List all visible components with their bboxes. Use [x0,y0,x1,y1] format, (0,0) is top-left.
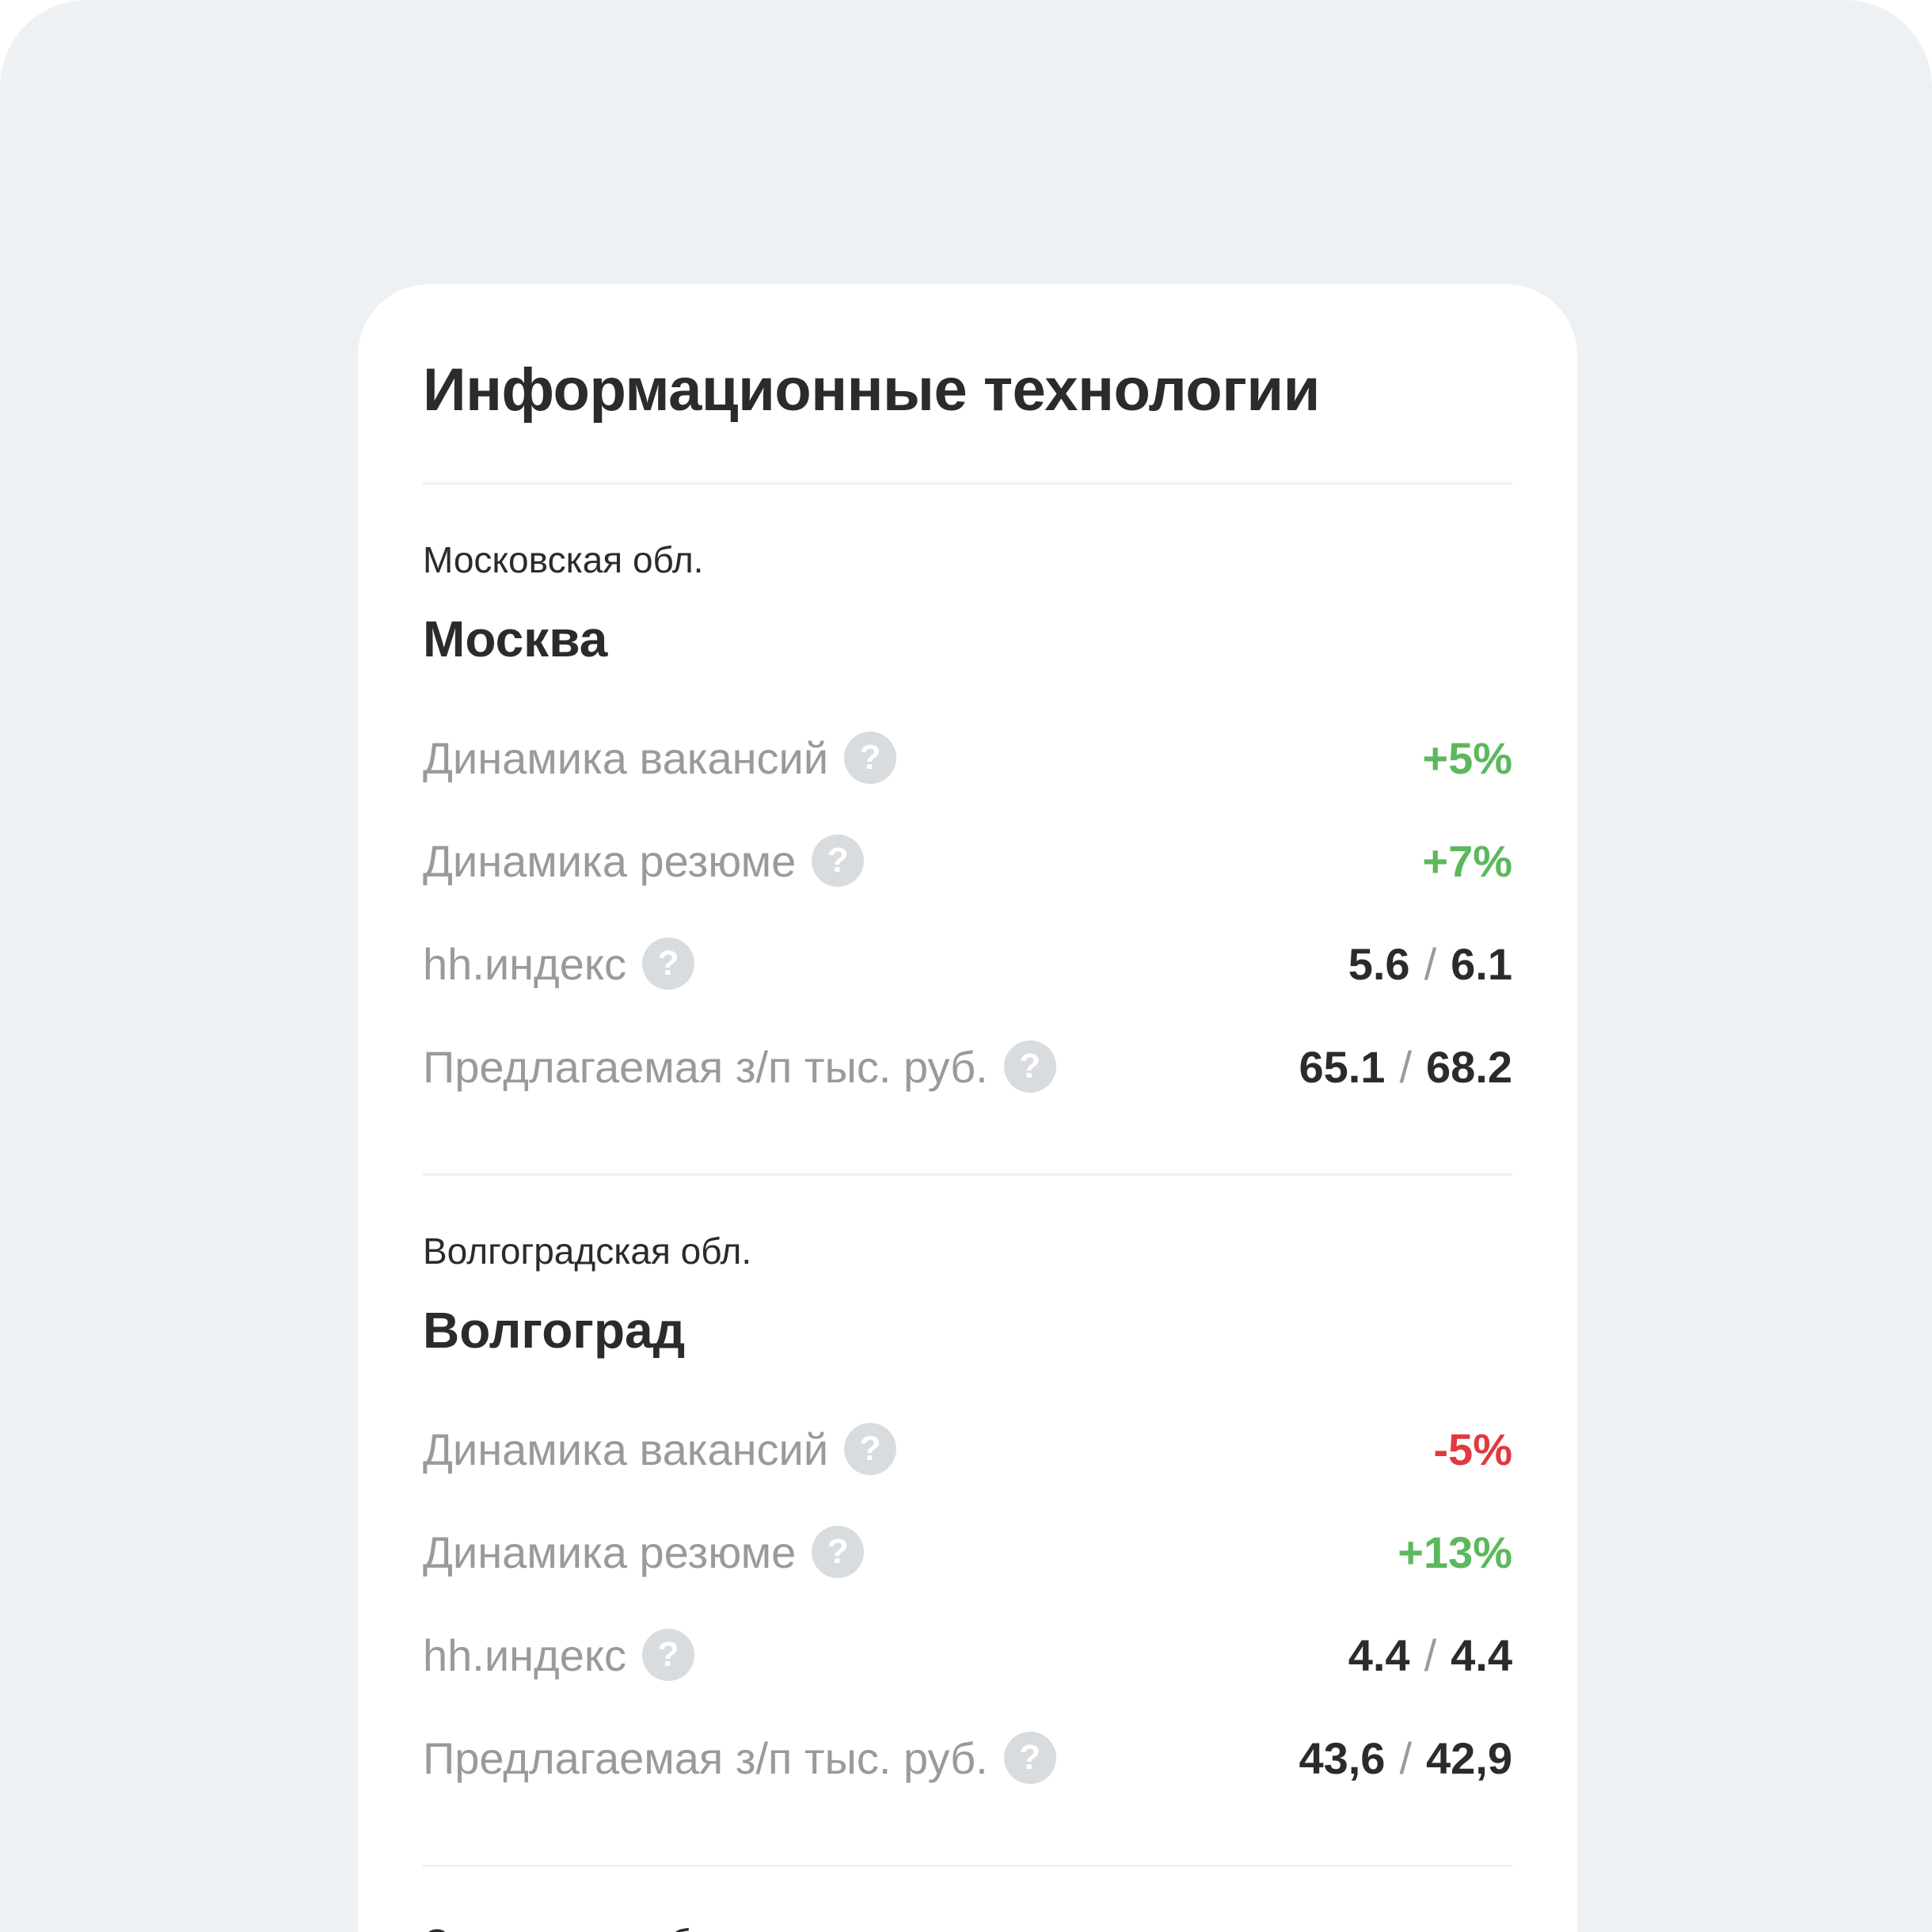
region-block-moscow: Московская обл. Москва Динамика вакансий… [423,485,1512,1173]
help-icon[interactable]: ? [1003,1040,1056,1093]
metrics-list: Динамика вакансий ? -5% Динамика резюме … [423,1398,1512,1809]
city-name: Москва [423,610,608,667]
metric-label-resumes: Динамика резюме ? [423,1526,865,1578]
metrics-list: Динамика вакансий ? +5% Динамика резюме … [423,706,1512,1118]
value-separator: / [1424,938,1437,989]
metric-label-text: Динамика резюме [423,1527,797,1577]
metric-row-vacancies: Динамика вакансий ? +5% [423,706,1512,809]
card-title: Информационные технологии [423,356,1320,424]
metric-label-text: Предлагаемая з/п тыс. руб. [423,1732,988,1783]
metric-row-resumes: Динамика резюме ? +13% [423,1500,1512,1603]
metric-value-hh-index: 5.6 / 6.1 [1348,938,1512,990]
value-separator: / [1399,1041,1412,1092]
metric-value-resumes: +7% [1422,835,1512,886]
region-name: Московская обл. [423,539,704,580]
hh-index-value-b: 4.4 [1451,1630,1512,1680]
metric-label-text: Динамика резюме [423,835,797,886]
help-icon[interactable]: ? [844,732,897,784]
hh-index-value-a: 5.6 [1348,938,1410,989]
metric-value-vacancies: +5% [1422,732,1512,783]
metric-label-resumes: Динамика резюме ? [423,835,865,887]
metric-label-salary: Предлагаемая з/п тыс. руб. ? [423,1040,1056,1093]
help-icon[interactable]: ? [642,937,695,990]
metric-row-vacancies: Динамика вакансий ? -5% [423,1398,1512,1500]
hh-index-value-b: 6.1 [1451,938,1512,989]
help-icon[interactable]: ? [812,1526,865,1578]
region-block-volgograd: Волгоградская обл. Волгоград Динамика ва… [423,1176,1512,1865]
metric-label-salary: Предлагаемая з/п тыс. руб. ? [423,1732,1056,1784]
metric-label-text: Динамика вакансий [423,1424,829,1474]
metric-label-text: Предлагаемая з/п тыс. руб. [423,1041,988,1092]
region-block-saratov: Саратовская обл. [423,1867,1512,1932]
metric-label-text: hh.индекс [423,1630,627,1680]
metric-label-hh-index: hh.индекс ? [423,937,695,990]
value-separator: / [1424,1630,1437,1680]
help-icon[interactable]: ? [844,1423,897,1475]
value-separator: / [1399,1732,1412,1783]
hh-index-value-a: 4.4 [1348,1630,1410,1680]
metric-label-vacancies: Динамика вакансий ? [423,732,897,784]
metric-row-salary: Предлагаемая з/п тыс. руб. ? 65.1 / 68.2 [423,1015,1512,1118]
salary-value-a: 43,6 [1299,1732,1386,1783]
metric-label-text: Динамика вакансий [423,732,829,783]
metric-value-salary: 43,6 / 42,9 [1299,1732,1512,1784]
metric-row-hh-index: hh.индекс ? 4.4 / 4.4 [423,1603,1512,1706]
metric-value-hh-index: 4.4 / 4.4 [1348,1630,1512,1681]
metric-label-hh-index: hh.индекс ? [423,1629,695,1681]
region-name: Саратовская обл. [423,1922,1512,1932]
metric-row-salary: Предлагаемая з/п тыс. руб. ? 43,6 / 42,9 [423,1706,1512,1809]
salary-value-b: 68.2 [1426,1041,1512,1092]
metric-value-salary: 65.1 / 68.2 [1299,1041,1512,1093]
metric-label-vacancies: Динамика вакансий ? [423,1423,897,1475]
city-name: Волгоград [423,1302,686,1359]
metric-row-hh-index: hh.индекс ? 5.6 / 6.1 [423,912,1512,1015]
help-icon[interactable]: ? [642,1629,695,1681]
help-icon[interactable]: ? [1003,1732,1056,1784]
help-icon[interactable]: ? [812,835,865,887]
region-name: Волгоградская обл. [423,1230,752,1272]
background-frame: Информационные технологии Московская обл… [0,0,1932,1932]
salary-value-b: 42,9 [1426,1732,1512,1783]
metric-value-resumes: +13% [1398,1527,1512,1577]
metric-row-resumes: Динамика резюме ? +7% [423,809,1512,912]
salary-value-a: 65.1 [1299,1041,1386,1092]
metric-label-text: hh.индекс [423,938,627,989]
industry-card: Информационные технологии Московская обл… [358,284,1577,1932]
metric-value-vacancies: -5% [1433,1424,1512,1474]
